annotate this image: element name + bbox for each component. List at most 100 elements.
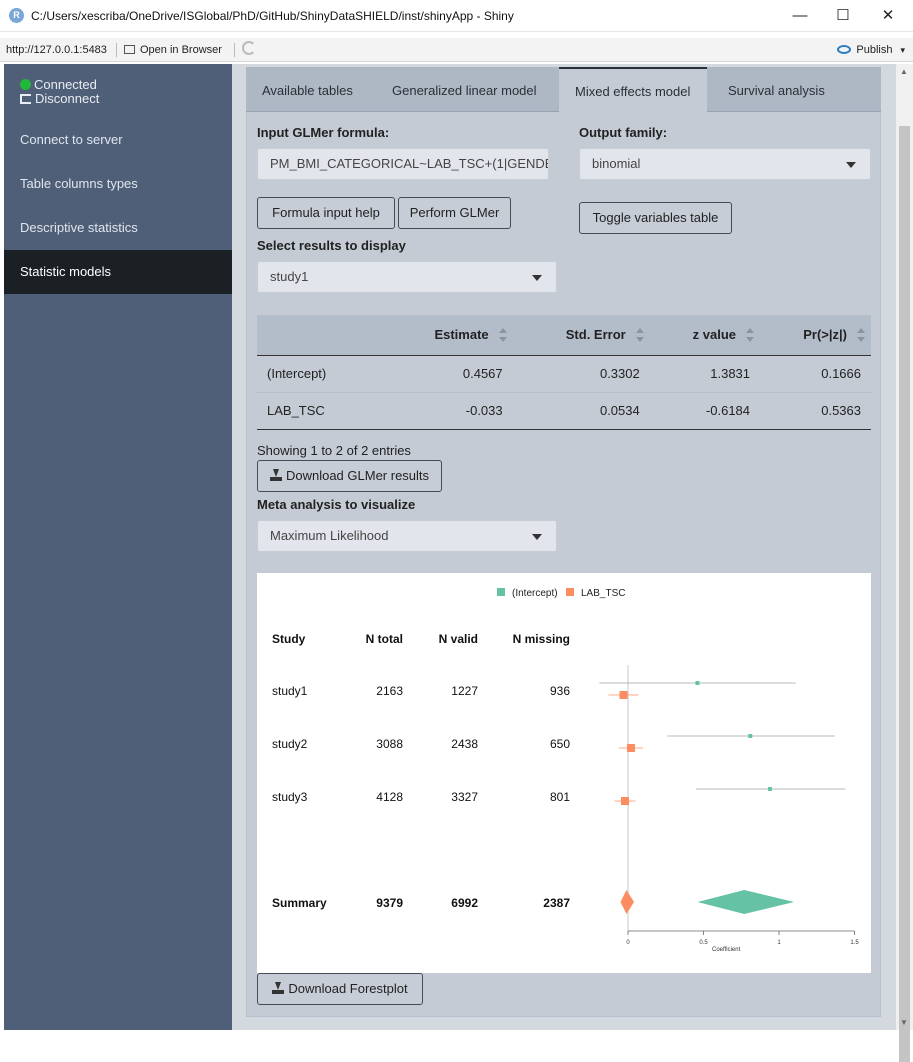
tab-generalized-linear-model[interactable]: Generalized linear model — [376, 67, 553, 112]
forest-column-header: Study — [272, 632, 306, 646]
glmer-results-table: Estimate Std. Error z value Pr(>|z|) (In… — [257, 315, 871, 430]
disconnect-icon — [20, 94, 31, 104]
url-text: http://127.0.0.1:5483 — [6, 44, 107, 56]
refresh-icon[interactable] — [242, 41, 256, 55]
point-estimate-marker — [627, 744, 636, 752]
forest-cell: 4128 — [376, 790, 403, 804]
sidebar-item-descriptive-statistics[interactable]: Descriptive statistics — [4, 206, 232, 250]
column-header-label: z value — [692, 327, 737, 343]
column-header-label: Estimate — [434, 327, 489, 343]
meta-analysis-value: Maximum Likelihood — [270, 528, 389, 543]
toolbar-divider — [234, 43, 235, 57]
forest-plot: (Intercept) LAB_TSC Study N total N valid N m… — [257, 573, 871, 973]
table-row: LAB_TSC -0.033 0.0534 -0.6184 0.5363 — [257, 392, 871, 430]
meta-analysis-select[interactable]: Maximum Likelihood — [257, 520, 557, 552]
sort-icon[interactable] — [498, 328, 507, 342]
maximize-button[interactable]: ☐ — [823, 4, 863, 28]
sort-icon[interactable] — [635, 328, 644, 342]
column-header-z-value[interactable]: z value — [649, 315, 761, 356]
column-header-label: Std. Error — [565, 327, 626, 343]
legend-label: LAB_TSC — [581, 588, 625, 599]
scroll-up-icon[interactable]: ▲ — [900, 67, 908, 76]
perform-glmer-button[interactable]: Perform GLMer — [398, 197, 511, 229]
sidebar: Connected Disconnect Connect to server T… — [4, 64, 232, 1030]
disconnect-link[interactable]: Disconnect — [20, 92, 99, 106]
column-header-term[interactable] — [257, 315, 385, 356]
publish-button[interactable]: Publish ▾ — [837, 44, 905, 56]
forest-summary-cell: 9379 — [376, 896, 403, 910]
download-forestplot-button[interactable]: Download Forestplot — [257, 973, 423, 1005]
publish-icon — [837, 45, 852, 54]
column-header-estimate[interactable]: Estimate — [384, 315, 513, 356]
tab-available-tables[interactable]: Available tables — [246, 67, 369, 112]
point-estimate-marker — [748, 734, 753, 738]
caret-down-icon — [532, 275, 542, 281]
meta-analysis-label: Meta analysis to visualize — [257, 497, 416, 512]
forest-cell: 801 — [550, 790, 570, 804]
scroll-down-icon[interactable]: ▼ — [900, 1018, 908, 1027]
formula-help-button[interactable]: Formula input help — [257, 197, 395, 229]
point-estimate-marker — [767, 787, 772, 791]
table-cell: 0.5363 — [760, 392, 871, 430]
table-row: (Intercept) 0.4567 0.3302 1.3831 0.1666 — [257, 355, 871, 393]
vertical-scrollbar[interactable]: ▲ ▼ — [896, 64, 913, 1062]
results-select-value: study1 — [270, 269, 309, 284]
toolbar-divider — [116, 43, 117, 57]
forest-cell: study3 — [272, 790, 308, 804]
download-icon — [269, 469, 282, 481]
window-titlebar: R C:/Users/xescriba/OneDrive/ISGlobal/Ph… — [0, 0, 913, 32]
close-button[interactable]: ✕ — [868, 4, 908, 28]
column-header-p-value[interactable]: Pr(>|z|) — [760, 315, 871, 356]
output-family-label: Output family: — [579, 125, 668, 140]
sidebar-item-table-columns-types[interactable]: Table columns types — [4, 162, 232, 206]
open-in-browser-label: Open in Browser — [140, 44, 222, 56]
sidebar-item-statistic-models[interactable]: Statistic models — [4, 250, 232, 294]
forest-cell: 3327 — [451, 790, 478, 804]
formula-label: Input GLMer formula: — [257, 125, 390, 140]
summary-diamond — [697, 890, 795, 914]
tab-survival-analysis[interactable]: Survival analysis — [712, 67, 841, 112]
toggle-variables-table-button[interactable]: Toggle variables table — [579, 202, 732, 234]
caret-down-icon — [846, 162, 856, 168]
model-tabs: Available tables Generalized linear mode… — [246, 67, 881, 112]
output-family-select[interactable]: binomial — [579, 148, 871, 180]
point-estimate-marker — [620, 797, 629, 805]
download-glmer-results-button[interactable]: Download GLMer results — [257, 460, 442, 492]
table-cell: -0.6184 — [649, 392, 761, 430]
publish-caret-icon[interactable]: ▾ — [900, 45, 905, 55]
results-select[interactable]: study1 — [257, 261, 557, 293]
forest-column-header: N valid — [439, 632, 478, 646]
output-family-value: binomial — [592, 156, 641, 171]
forest-summary-cell: Summary — [272, 896, 327, 910]
column-header-label: Pr(>|z|) — [803, 327, 847, 343]
column-header-std-error[interactable]: Std. Error — [512, 315, 650, 356]
forest-summary-cell: 2387 — [543, 896, 570, 910]
forest-column-header: N missing — [513, 632, 570, 646]
tab-mixed-effects-model[interactable]: Mixed effects model — [559, 67, 707, 112]
sort-icon[interactable] — [746, 328, 755, 342]
connection-status: Connected Disconnect — [20, 78, 99, 106]
table-cell: (Intercept) — [257, 355, 385, 393]
forest-cell: 3088 — [376, 737, 403, 751]
x-axis-label: Coefficient — [712, 947, 741, 953]
sort-icon[interactable] — [857, 328, 865, 342]
table-info: Showing 1 to 2 of 2 entries — [257, 443, 411, 458]
sidebar-item-connect-to-server[interactable]: Connect to server — [4, 118, 232, 162]
table-cell: 0.4567 — [384, 355, 513, 393]
table-cell: 1.3831 — [649, 355, 761, 393]
x-tick-label: 1 — [777, 940, 781, 946]
viewer-toolbar: http://127.0.0.1:5483 Open in Browser Pu… — [0, 38, 913, 62]
scrollbar-thumb[interactable] — [899, 126, 910, 1062]
glmer-formula-input[interactable]: PM_BMI_CATEGORICAL~LAB_TSC+(1|GENDER — [257, 148, 549, 180]
disconnect-label: Disconnect — [35, 91, 100, 106]
minimize-button[interactable]: — — [780, 4, 820, 28]
download-glmer-results-label: Download GLMer results — [285, 468, 430, 483]
legend-label: (Intercept) — [512, 588, 558, 599]
download-forestplot-label: Download Forestplot — [288, 981, 408, 996]
table-cell: 0.1666 — [760, 355, 871, 393]
forest-cell: study2 — [272, 737, 308, 751]
results-select-label: Select results to display — [257, 238, 406, 253]
forest-cell: 650 — [550, 737, 570, 751]
open-in-browser-button[interactable]: Open in Browser — [124, 44, 222, 56]
x-tick-label: 0 — [626, 940, 630, 946]
